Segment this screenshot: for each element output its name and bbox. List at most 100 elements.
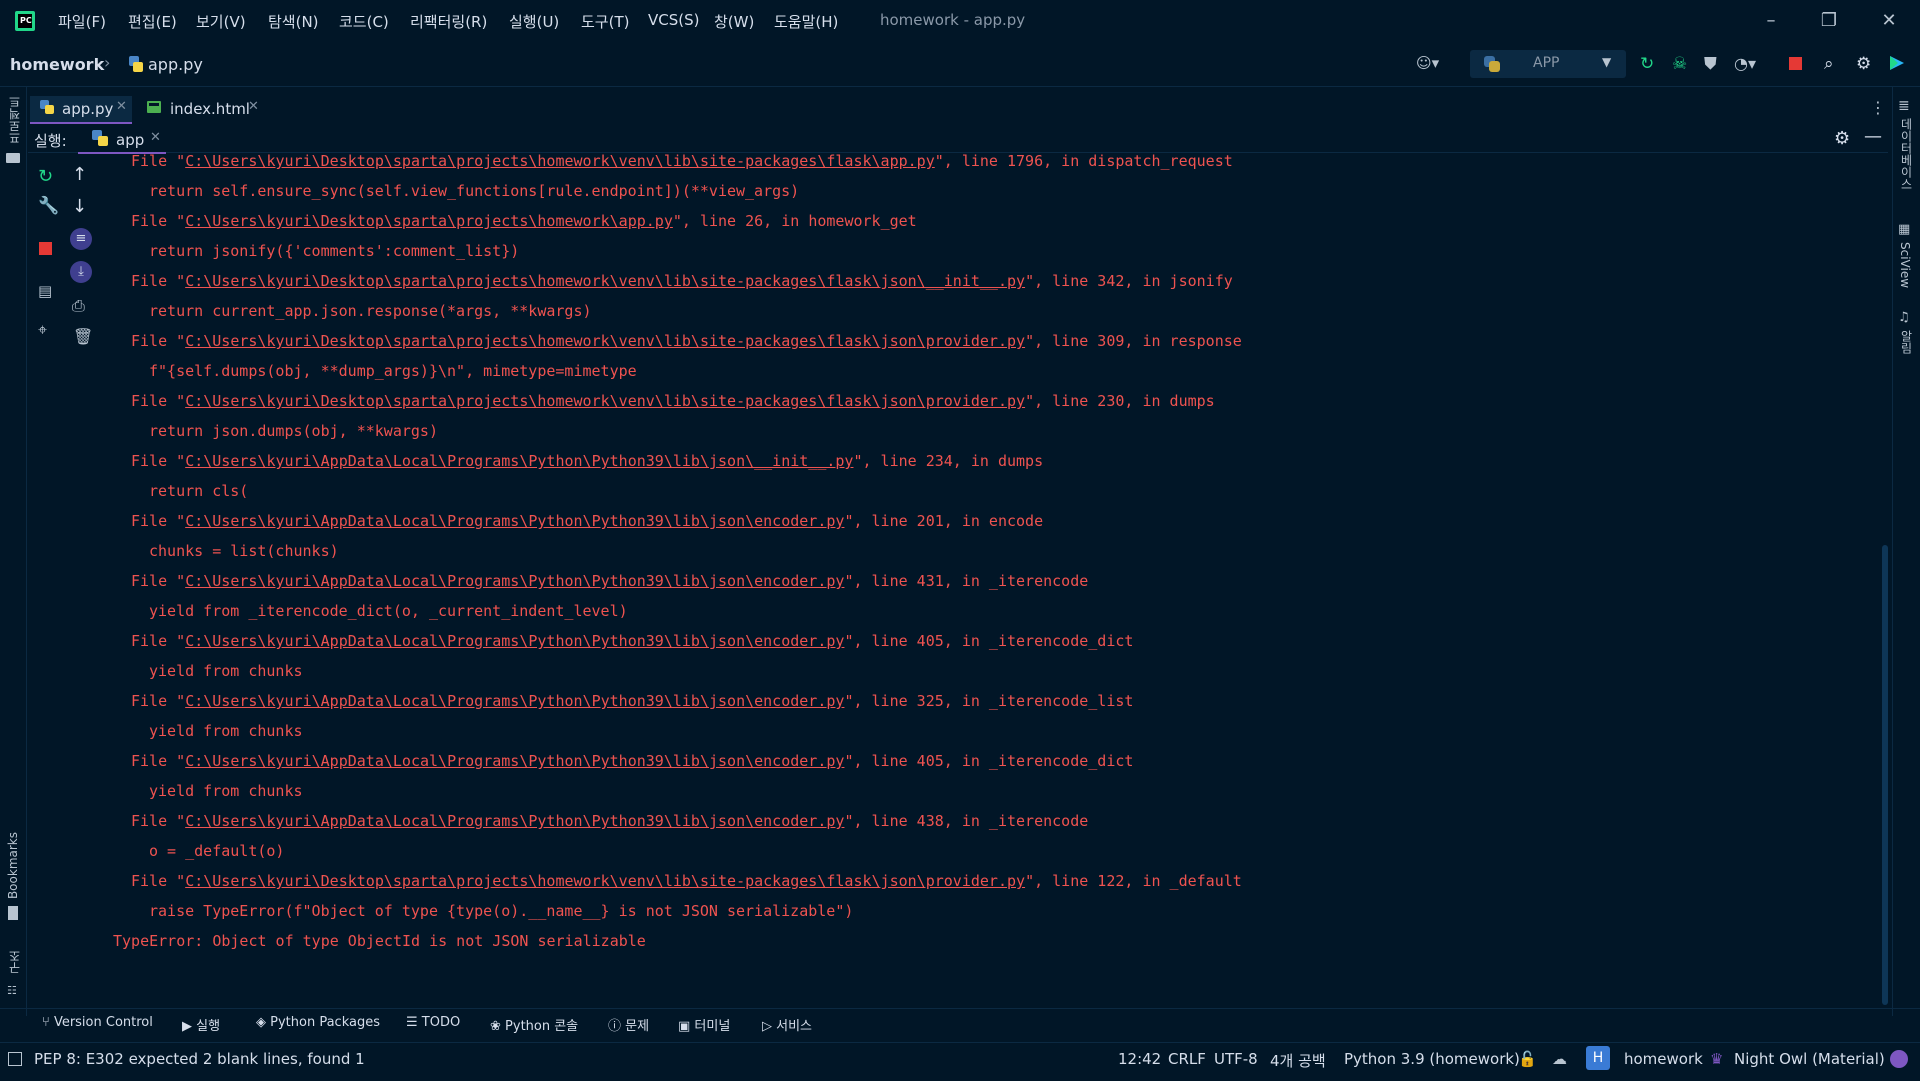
wrench-icon[interactable]: 🔧 bbox=[38, 196, 59, 216]
status-message[interactable]: PEP 8: E302 expected 2 blank lines, foun… bbox=[34, 1050, 365, 1068]
vcs-badge[interactable]: H bbox=[1586, 1046, 1610, 1070]
python-interpreter[interactable]: Python 3.9 (homework) bbox=[1344, 1050, 1520, 1068]
services-tool[interactable]: ▷ 서비스 bbox=[762, 1015, 812, 1034]
file-path-link[interactable]: C:\Users\kyuri\Desktop\sparta\projects\h… bbox=[185, 872, 1025, 890]
terminal-tool[interactable]: ▣ 터미널 bbox=[678, 1015, 730, 1034]
file-path-link[interactable]: C:\Users\kyuri\AppData\Local\Programs\Py… bbox=[185, 752, 844, 770]
console-scrollbar[interactable] bbox=[1882, 545, 1888, 1005]
python-console-tool[interactable]: ❀ Python 콘솔 bbox=[490, 1015, 578, 1034]
theme-name[interactable]: Night Owl (Material) bbox=[1734, 1050, 1885, 1068]
tab-options-icon[interactable]: ⋮ bbox=[1870, 98, 1886, 117]
structure-tool-button[interactable]: 구조 bbox=[6, 950, 23, 974]
menu-refactor[interactable]: 리팩터링(R) bbox=[410, 11, 487, 32]
python-packages-tool[interactable]: ◈ Python Packages bbox=[256, 1015, 380, 1030]
menu-tools[interactable]: 도구(T) bbox=[581, 11, 629, 32]
file-path-link[interactable]: C:\Users\kyuri\AppData\Local\Programs\Py… bbox=[185, 512, 844, 530]
tab-index-html[interactable]: index.html ✕ bbox=[144, 96, 264, 122]
console-line[interactable]: File "C:\Users\kyuri\Desktop\sparta\proj… bbox=[131, 272, 1233, 290]
file-path-link[interactable]: C:\Users\kyuri\AppData\Local\Programs\Py… bbox=[185, 572, 844, 590]
tab-app-py[interactable]: app.py ✕ bbox=[30, 96, 132, 124]
debug-icon[interactable]: ☠ bbox=[1672, 54, 1692, 74]
menu-file[interactable]: 파일(F) bbox=[58, 11, 106, 32]
notifications-tool-button[interactable]: 알림 bbox=[1898, 330, 1915, 354]
file-path-link[interactable]: C:\Users\kyuri\AppData\Local\Programs\Py… bbox=[185, 812, 844, 830]
breadcrumb-project[interactable]: homework bbox=[10, 55, 104, 74]
line-separator[interactable]: CRLF bbox=[1168, 1050, 1206, 1068]
sciview-tool-button[interactable]: SciView bbox=[1898, 242, 1912, 288]
scroll-down-icon[interactable]: ↓ bbox=[72, 196, 87, 217]
print-icon[interactable]: ⎙ bbox=[72, 296, 85, 316]
svg-text:PC: PC bbox=[20, 16, 32, 25]
user-account-icon[interactable]: ☺▾ bbox=[1416, 54, 1448, 74]
file-path-link[interactable]: C:\Users\kyuri\AppData\Local\Programs\Py… bbox=[185, 632, 844, 650]
profile-icon[interactable]: ◔▾ bbox=[1734, 54, 1756, 74]
file-path-link[interactable]: C:\Users\kyuri\Desktop\sparta\projects\h… bbox=[185, 272, 1025, 290]
close-tab-icon[interactable]: ✕ bbox=[248, 99, 259, 114]
menu-run[interactable]: 실행(U) bbox=[509, 11, 559, 32]
console-line[interactable]: File "C:\Users\kyuri\AppData\Local\Progr… bbox=[131, 692, 1133, 710]
menu-navigate[interactable]: 탐색(N) bbox=[268, 11, 319, 32]
console-line[interactable]: File "C:\Users\kyuri\AppData\Local\Progr… bbox=[131, 752, 1133, 770]
console-line[interactable]: File "C:\Users\kyuri\AppData\Local\Progr… bbox=[131, 632, 1133, 650]
project-tool-button[interactable]: 프로젝트 bbox=[6, 96, 23, 144]
run-tool[interactable]: ▶ 실행 bbox=[182, 1015, 220, 1037]
file-path-link[interactable]: C:\Users\kyuri\Desktop\sparta\projects\h… bbox=[185, 332, 1025, 350]
console-line[interactable]: File "C:\Users\kyuri\Desktop\sparta\proj… bbox=[131, 212, 917, 230]
console-line[interactable]: File "C:\Users\kyuri\AppData\Local\Progr… bbox=[131, 512, 1043, 530]
database-tool-button[interactable]: 데이터베이스 bbox=[1898, 118, 1915, 190]
console-line[interactable]: File "C:\Users\kyuri\Desktop\sparta\proj… bbox=[131, 332, 1242, 350]
menu-view[interactable]: 보기(V) bbox=[196, 11, 246, 32]
rerun-icon[interactable]: ↻ bbox=[1640, 54, 1660, 74]
lock-icon[interactable]: 🔓 bbox=[1518, 1050, 1537, 1068]
file-encoding[interactable]: UTF-8 bbox=[1214, 1050, 1258, 1068]
coverage-icon[interactable]: ⛊ bbox=[1704, 54, 1724, 74]
console-line[interactable]: File "C:\Users\kyuri\AppData\Local\Progr… bbox=[131, 812, 1088, 830]
bookmarks-tool-button[interactable]: Bookmarks bbox=[6, 832, 20, 899]
close-window-icon[interactable]: ✕ bbox=[1874, 6, 1904, 36]
close-tab-icon[interactable]: ✕ bbox=[116, 99, 127, 114]
rerun-icon[interactable]: ↻ bbox=[38, 166, 53, 187]
caret-position[interactable]: 12:42 bbox=[1118, 1050, 1161, 1068]
stop-icon[interactable] bbox=[39, 242, 52, 255]
soft-wrap-icon[interactable]: ≡ bbox=[70, 228, 92, 250]
file-path-link[interactable]: C:\Users\kyuri\Desktop\sparta\projects\h… bbox=[185, 152, 935, 170]
stop-icon[interactable] bbox=[1786, 54, 1806, 74]
menu-code[interactable]: 코드(C) bbox=[339, 11, 389, 32]
scroll-up-icon[interactable]: ↑ bbox=[72, 164, 87, 185]
vcs-project[interactable]: homework bbox=[1624, 1050, 1703, 1068]
minimize-icon[interactable]: – bbox=[1756, 6, 1786, 36]
run-settings-gear-icon[interactable]: ⚙ bbox=[1834, 128, 1850, 149]
restore-icon[interactable]: ❐ bbox=[1814, 6, 1844, 36]
menu-window[interactable]: 창(W) bbox=[714, 11, 754, 32]
console-line[interactable]: File "C:\Users\kyuri\AppData\Local\Progr… bbox=[131, 452, 1043, 470]
version-control-tool[interactable]: ⑂ Version Control bbox=[42, 1015, 153, 1030]
todo-tool[interactable]: ☰ TODO bbox=[406, 1015, 460, 1030]
menu-help[interactable]: 도움말(H) bbox=[774, 11, 838, 32]
pin-icon[interactable]: ⌖ bbox=[38, 320, 47, 340]
settings-gear-icon[interactable]: ⚙ bbox=[1856, 54, 1876, 74]
cloud-settings-icon[interactable]: ☁ bbox=[1552, 1050, 1567, 1068]
search-icon[interactable]: ⌕ bbox=[1824, 54, 1844, 74]
console-line[interactable]: File "C:\Users\kyuri\Desktop\sparta\proj… bbox=[131, 392, 1215, 410]
plugin-logo-icon[interactable] bbox=[1888, 54, 1908, 74]
file-path-link[interactable]: C:\Users\kyuri\Desktop\sparta\projects\h… bbox=[185, 212, 673, 230]
file-path-link[interactable]: C:\Users\kyuri\Desktop\sparta\projects\h… bbox=[185, 392, 1025, 410]
console-line[interactable]: File "C:\Users\kyuri\AppData\Local\Progr… bbox=[131, 572, 1088, 590]
problems-tool[interactable]: ⓘ 문제 bbox=[608, 1015, 649, 1034]
layout-icon[interactable]: ▤ bbox=[38, 282, 52, 300]
console-output[interactable]: rv = self.dispatch_request()File "C:\Use… bbox=[90, 148, 1870, 998]
notification-indicator-icon[interactable] bbox=[1890, 1050, 1908, 1068]
console-line: raise TypeError(f"Object of type {type(o… bbox=[149, 902, 854, 920]
menu-vcs[interactable]: VCS(S) bbox=[648, 11, 699, 29]
indent-setting[interactable]: 4개 공백 bbox=[1270, 1050, 1326, 1071]
file-path-link[interactable]: C:\Users\kyuri\AppData\Local\Programs\Py… bbox=[185, 452, 853, 470]
close-tab-icon[interactable]: ✕ bbox=[150, 130, 161, 145]
console-line[interactable]: File "C:\Users\kyuri\Desktop\sparta\proj… bbox=[131, 152, 1233, 170]
scroll-to-end-icon[interactable]: ⤓ bbox=[70, 261, 92, 283]
console-line[interactable]: File "C:\Users\kyuri\Desktop\sparta\proj… bbox=[131, 872, 1242, 890]
breadcrumb-file[interactable]: app.py bbox=[148, 55, 203, 74]
hide-panel-icon[interactable]: — bbox=[1864, 126, 1882, 147]
file-path-link[interactable]: C:\Users\kyuri\AppData\Local\Programs\Py… bbox=[185, 692, 844, 710]
menu-edit[interactable]: 편집(E) bbox=[128, 11, 177, 32]
panel-toggle-icon[interactable] bbox=[8, 1052, 22, 1066]
